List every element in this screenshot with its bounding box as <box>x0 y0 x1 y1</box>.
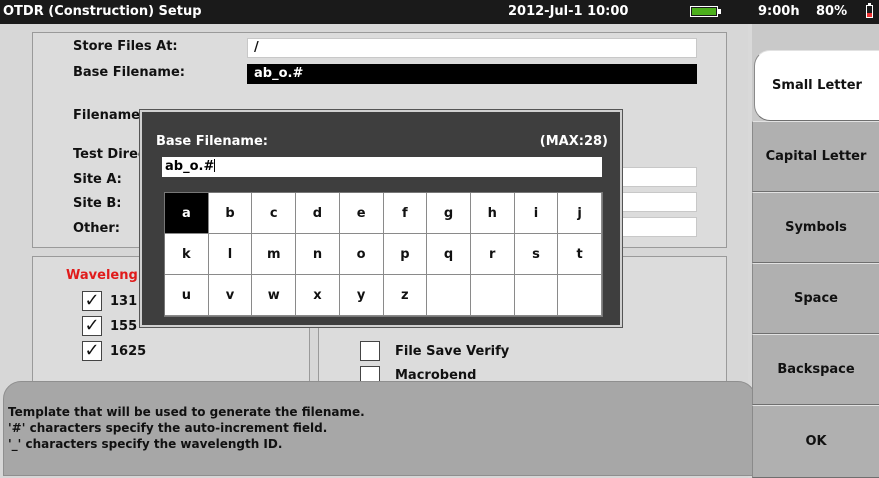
key-a[interactable]: a <box>165 193 209 234</box>
store-files-label: Store Files At: <box>73 39 178 54</box>
wavelength-1550-checkbox[interactable]: ✓ <box>82 316 102 336</box>
base-filename-field[interactable]: ab_o.# <box>247 64 697 84</box>
site-b-label: Site B: <box>73 196 122 211</box>
key-q[interactable]: q <box>427 234 471 275</box>
keyboard-dialog: Base Filename: (MAX:28) ab_o.# a b c d e… <box>139 109 623 328</box>
site-a-label: Site A: <box>73 172 122 187</box>
key-h[interactable]: h <box>470 193 515 234</box>
key-g[interactable]: g <box>427 193 471 234</box>
key-i[interactable]: i <box>514 193 559 234</box>
key-l[interactable]: l <box>208 234 253 275</box>
key-s[interactable]: s <box>514 234 559 275</box>
small-letter-button[interactable]: Small Letter <box>754 50 879 121</box>
key-empty <box>514 275 559 316</box>
backspace-button[interactable]: Backspace <box>752 334 879 405</box>
key-y[interactable]: y <box>339 275 384 316</box>
capital-letter-button[interactable]: Capital Letter <box>752 121 879 192</box>
key-b[interactable]: b <box>208 193 253 234</box>
other-label: Other: <box>73 221 120 236</box>
key-v[interactable]: v <box>208 275 253 316</box>
key-w[interactable]: w <box>252 275 297 316</box>
key-empty <box>427 275 471 316</box>
wavelength-1310-checkbox[interactable]: ✓ <box>82 291 102 311</box>
key-e[interactable]: e <box>339 193 384 234</box>
filename-input[interactable]: ab_o.# <box>162 157 602 177</box>
filename-input-text: ab_o.# <box>165 159 215 174</box>
softkey-bar: Small Letter Capital Letter Symbols Spac… <box>752 24 879 478</box>
dialog-title: Base Filename: <box>156 134 268 149</box>
key-n[interactable]: n <box>296 234 340 275</box>
keyboard-grid: a b c d e f g h i j k l m n o p q r s t … <box>164 192 603 317</box>
help-line-3: '_' characters specify the wavelength ID… <box>8 437 283 451</box>
key-c[interactable]: c <box>252 193 297 234</box>
key-k[interactable]: k <box>165 234 209 275</box>
text-caret <box>214 159 216 172</box>
key-empty <box>558 275 602 316</box>
wavelength-1550-label: 155 <box>110 319 138 334</box>
help-line-1: Template that will be used to generate t… <box>8 405 365 419</box>
test-direction-label: Test Direc <box>73 147 146 162</box>
wavelength-1625-checkbox[interactable]: ✓ <box>82 341 102 361</box>
key-m[interactable]: m <box>252 234 297 275</box>
help-panel: Template that will be used to generate t… <box>3 381 756 476</box>
key-z[interactable]: z <box>383 275 428 316</box>
symbols-button[interactable]: Symbols <box>752 192 879 263</box>
title-bar: OTDR (Construction) Setup 2012-Jul-1 10:… <box>0 0 879 24</box>
battery-level-icon <box>690 6 721 17</box>
wavelength-heading: Waveleng <box>66 268 138 283</box>
file-save-verify-label: File Save Verify <box>395 344 510 359</box>
wavelength-1310-label: 131 <box>110 294 138 309</box>
key-j[interactable]: j <box>558 193 602 234</box>
key-r[interactable]: r <box>470 234 515 275</box>
key-x[interactable]: x <box>296 275 340 316</box>
key-o[interactable]: o <box>339 234 384 275</box>
battery-icon <box>866 3 873 18</box>
key-f[interactable]: f <box>383 193 428 234</box>
battery-percent: 80% <box>816 4 848 19</box>
store-files-field[interactable]: / <box>247 38 697 58</box>
key-p[interactable]: p <box>383 234 428 275</box>
ok-button[interactable]: OK <box>752 405 879 478</box>
base-filename-label: Base Filename: <box>73 65 185 80</box>
key-d[interactable]: d <box>296 193 340 234</box>
wavelength-1625-label: 1625 <box>110 344 147 359</box>
key-u[interactable]: u <box>165 275 209 316</box>
help-line-2: '#' characters specify the auto-incremen… <box>8 421 328 435</box>
file-save-verify-checkbox[interactable] <box>360 341 380 361</box>
space-button[interactable]: Space <box>752 263 879 334</box>
max-length-label: (MAX:28) <box>539 134 608 149</box>
datetime: 2012-Jul-1 10:00 <box>508 4 629 19</box>
key-t[interactable]: t <box>558 234 602 275</box>
filename-label: Filename: <box>73 108 146 123</box>
time-remaining: 9:00h <box>758 4 800 19</box>
window-title: OTDR (Construction) Setup <box>3 4 202 19</box>
key-empty <box>470 275 515 316</box>
